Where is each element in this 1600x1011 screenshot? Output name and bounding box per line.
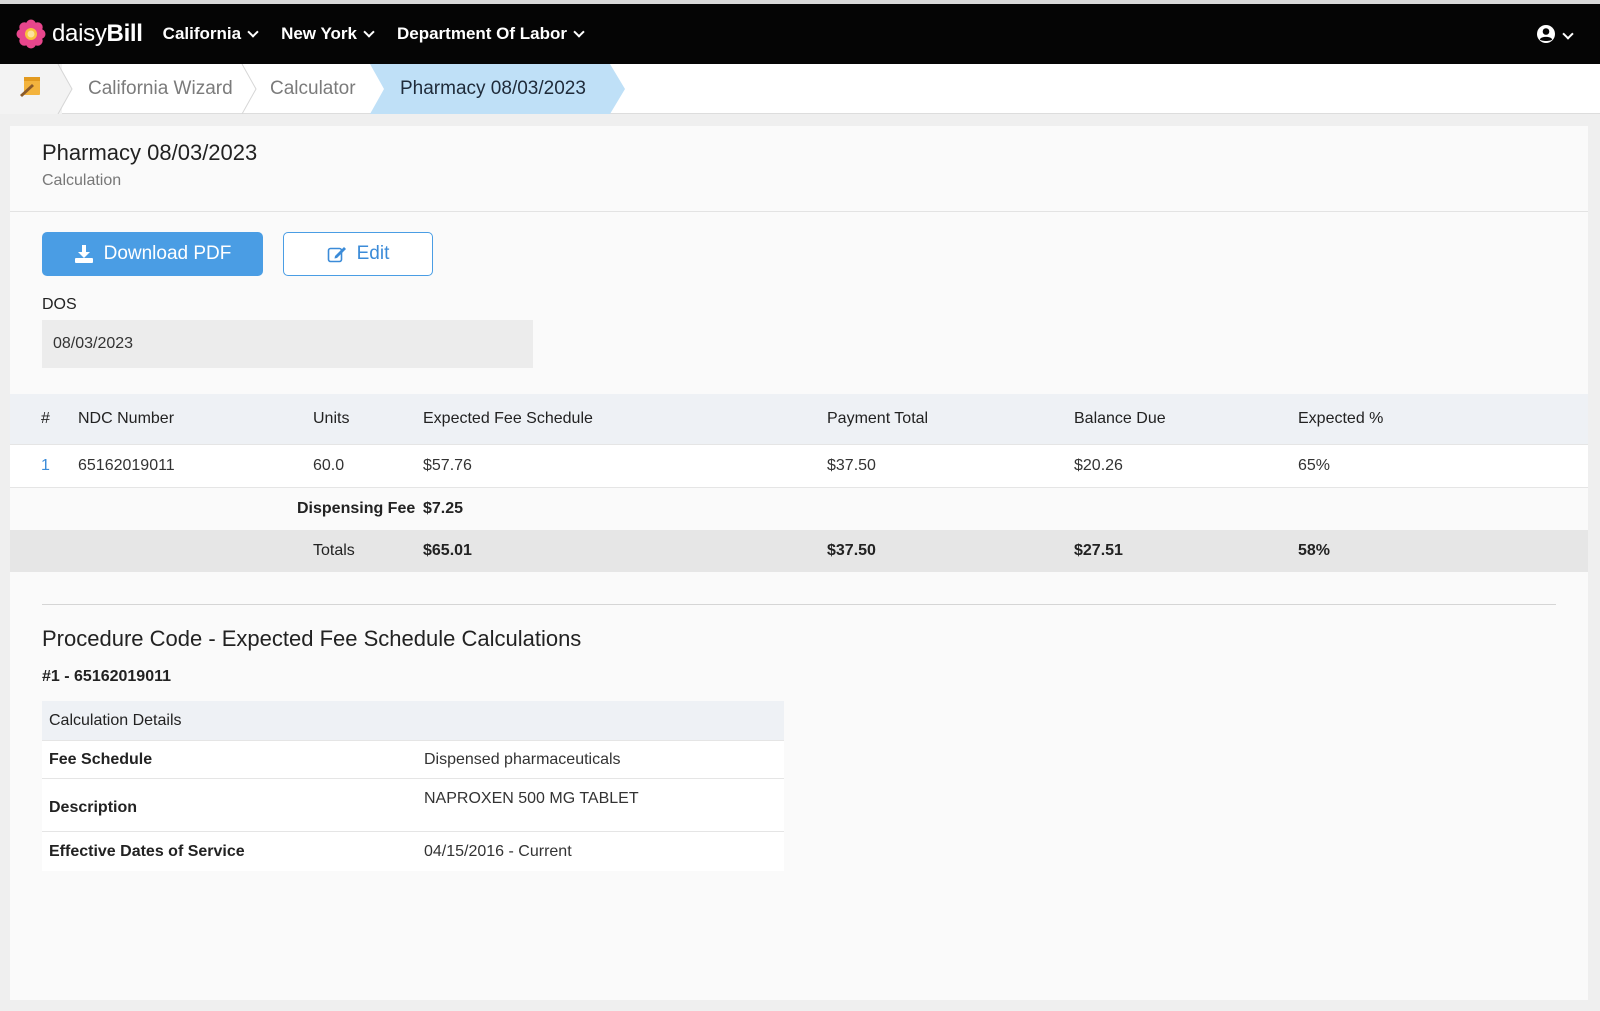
table-row: 1 65162019011 60.0 $57.76 $37.50 $20.26 … [10,444,1588,488]
dispensing-fee-row: Dispensing Fee $7.25 [10,488,1588,530]
cell-payment-total: $37.50 [827,457,876,474]
nav-menu-new-york[interactable]: New York [281,24,375,44]
notepad-home-icon [18,75,44,104]
edit-icon [327,245,347,263]
cell-balance-due: $20.26 [1074,457,1123,474]
totals-balance: $27.51 [1074,542,1123,559]
breadcrumb-separator [57,64,73,114]
details-key: Effective Dates of Service [49,843,245,860]
table-header-row: # NDC Number Units Expected Fee Schedule… [10,394,1588,444]
cell-ndc: 65162019011 [78,457,175,474]
chevron-down-icon [1562,28,1574,40]
details-value: 04/15/2016 - Current [424,843,572,860]
cell-expected-percent: 65% [1298,457,1331,474]
details-header-row: Calculation Details [42,701,784,741]
chevron-down-icon [363,25,375,38]
details-row-effective-dates: Effective Dates of Service 04/15/2016 - … [42,832,784,871]
dos-field: 08/03/2023 [42,320,533,368]
breadcrumb-separator [241,64,257,114]
nav-menu-label: California [162,24,242,43]
nav-menu-department-of-labor[interactable]: Department Of Labor [396,24,585,44]
brand-logo[interactable]: daisyBill [16,19,143,49]
breadcrumb-home[interactable] [0,64,62,114]
section-divider [42,604,1556,605]
cell-units: 60.0 [313,457,345,474]
dispensing-fee-label: Dispensing Fee [297,500,416,517]
breadcrumb-california-wizard[interactable]: California Wizard [88,64,233,114]
nav-menu-california[interactable]: California [162,24,259,44]
details-row-description: Description NAPROXEN 500 MG TABLET [42,779,784,832]
procedure-section-title: Procedure Code - Expected Fee Schedule C… [42,626,582,651]
download-icon [74,245,94,263]
brand-name: daisyBill [52,20,143,47]
details-key: Fee Schedule [49,751,153,768]
download-pdf-label: Download PDF [103,243,232,264]
chevron-down-icon [247,25,259,38]
details-row-fee-schedule: Fee Schedule Dispensed pharmaceuticals [42,741,784,779]
col-header-expected-percent: Expected % [1298,410,1384,427]
breadcrumb-calculator[interactable]: Calculator [270,64,356,114]
breadcrumb-label: Calculator [270,78,356,99]
procedure-section-subtitle: #1 - 65162019011 [42,668,172,685]
edit-label: Edit [356,243,390,264]
row-number-link[interactable]: 1 [41,445,50,487]
col-header-units: Units [313,410,350,427]
details-value: NAPROXEN 500 MG TABLET [424,790,639,807]
nav-menu-label: New York [281,24,357,43]
breadcrumb-pharmacy[interactable]: Pharmacy 08/03/2023 [400,64,586,114]
col-header-payment-total: Payment Total [827,410,929,427]
dos-value: 08/03/2023 [53,335,134,352]
breadcrumb-label: Pharmacy 08/03/2023 [400,78,586,99]
breadcrumb: California Wizard Calculator Pharmacy 08… [0,64,1600,114]
nav-menu-label: Department Of Labor [396,24,568,43]
totals-expected: $65.01 [423,542,472,559]
totals-percent: 58% [1298,542,1331,559]
cell-expected-fee: $57.76 [423,457,472,474]
details-value: Dispensed pharmaceuticals [424,751,621,768]
col-header-expected-fee: Expected Fee Schedule [423,410,593,427]
edit-button[interactable]: Edit [283,232,433,276]
totals-row: Totals $65.01 $37.50 $27.51 58% [10,530,1588,572]
breadcrumb-label: California Wizard [88,78,233,99]
col-header-balance-due: Balance Due [1074,410,1166,427]
col-header-number: # [41,410,50,427]
totals-label: Totals [313,542,355,559]
top-nav: daisyBill California New York Department… [0,0,1600,64]
user-circle-icon [1536,24,1556,49]
details-key: Description [49,799,138,816]
details-header-label: Calculation Details [49,712,182,729]
daisy-logo-icon [16,19,46,49]
download-pdf-button[interactable]: Download PDF [42,232,263,276]
card-header: Pharmacy 08/03/2023 Calculation [10,126,1588,212]
dispensing-fee-value: $7.25 [423,500,464,517]
dos-label: DOS [42,296,77,313]
calculation-card: Pharmacy 08/03/2023 Calculation Download… [10,126,1588,1000]
page-title: Pharmacy 08/03/2023 [42,140,258,165]
col-header-ndc: NDC Number [78,410,175,427]
page-subtitle: Calculation [42,172,122,189]
chevron-down-icon [573,25,585,38]
user-menu[interactable] [1536,24,1574,49]
totals-payment: $37.50 [827,542,876,559]
